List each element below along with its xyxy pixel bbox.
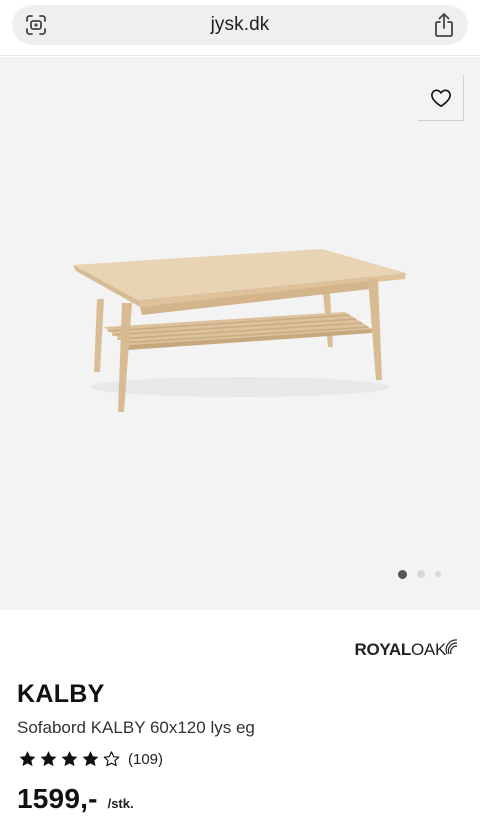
product-description: Sofabord KALBY 60x120 lys eg <box>17 718 255 737</box>
share-icon[interactable] <box>432 12 456 38</box>
star-filled-icon <box>82 751 99 767</box>
product-title: KALBY <box>17 680 105 708</box>
browser-toolbar: jysk.dk <box>0 0 480 56</box>
address-bar[interactable]: jysk.dk <box>12 5 468 45</box>
review-count[interactable]: (109) <box>128 751 163 768</box>
product-rating[interactable]: (109) <box>17 748 163 770</box>
price-unit: /stk. <box>107 796 134 811</box>
star-filled-icon <box>40 751 57 767</box>
star-empty-icon <box>103 751 120 767</box>
brand-arc-icon <box>445 639 458 655</box>
url-text[interactable]: jysk.dk <box>12 14 468 36</box>
star-filled-icon <box>19 751 36 767</box>
star-filled-icon <box>61 751 78 767</box>
carousel-dot[interactable] <box>435 571 441 577</box>
carousel-dot[interactable] <box>398 569 407 579</box>
wishlist-button[interactable] <box>418 75 464 121</box>
brand-logo: ROYALOAK <box>355 630 462 660</box>
product-gallery[interactable] <box>0 57 480 610</box>
product-image-coffee-table <box>73 249 406 412</box>
heart-icon <box>430 88 451 107</box>
carousel-dot[interactable] <box>417 570 425 578</box>
price: 1599,- <box>17 783 98 814</box>
price-row: 1599,- /stk. <box>17 783 134 815</box>
carousel-indicator[interactable] <box>398 569 441 579</box>
